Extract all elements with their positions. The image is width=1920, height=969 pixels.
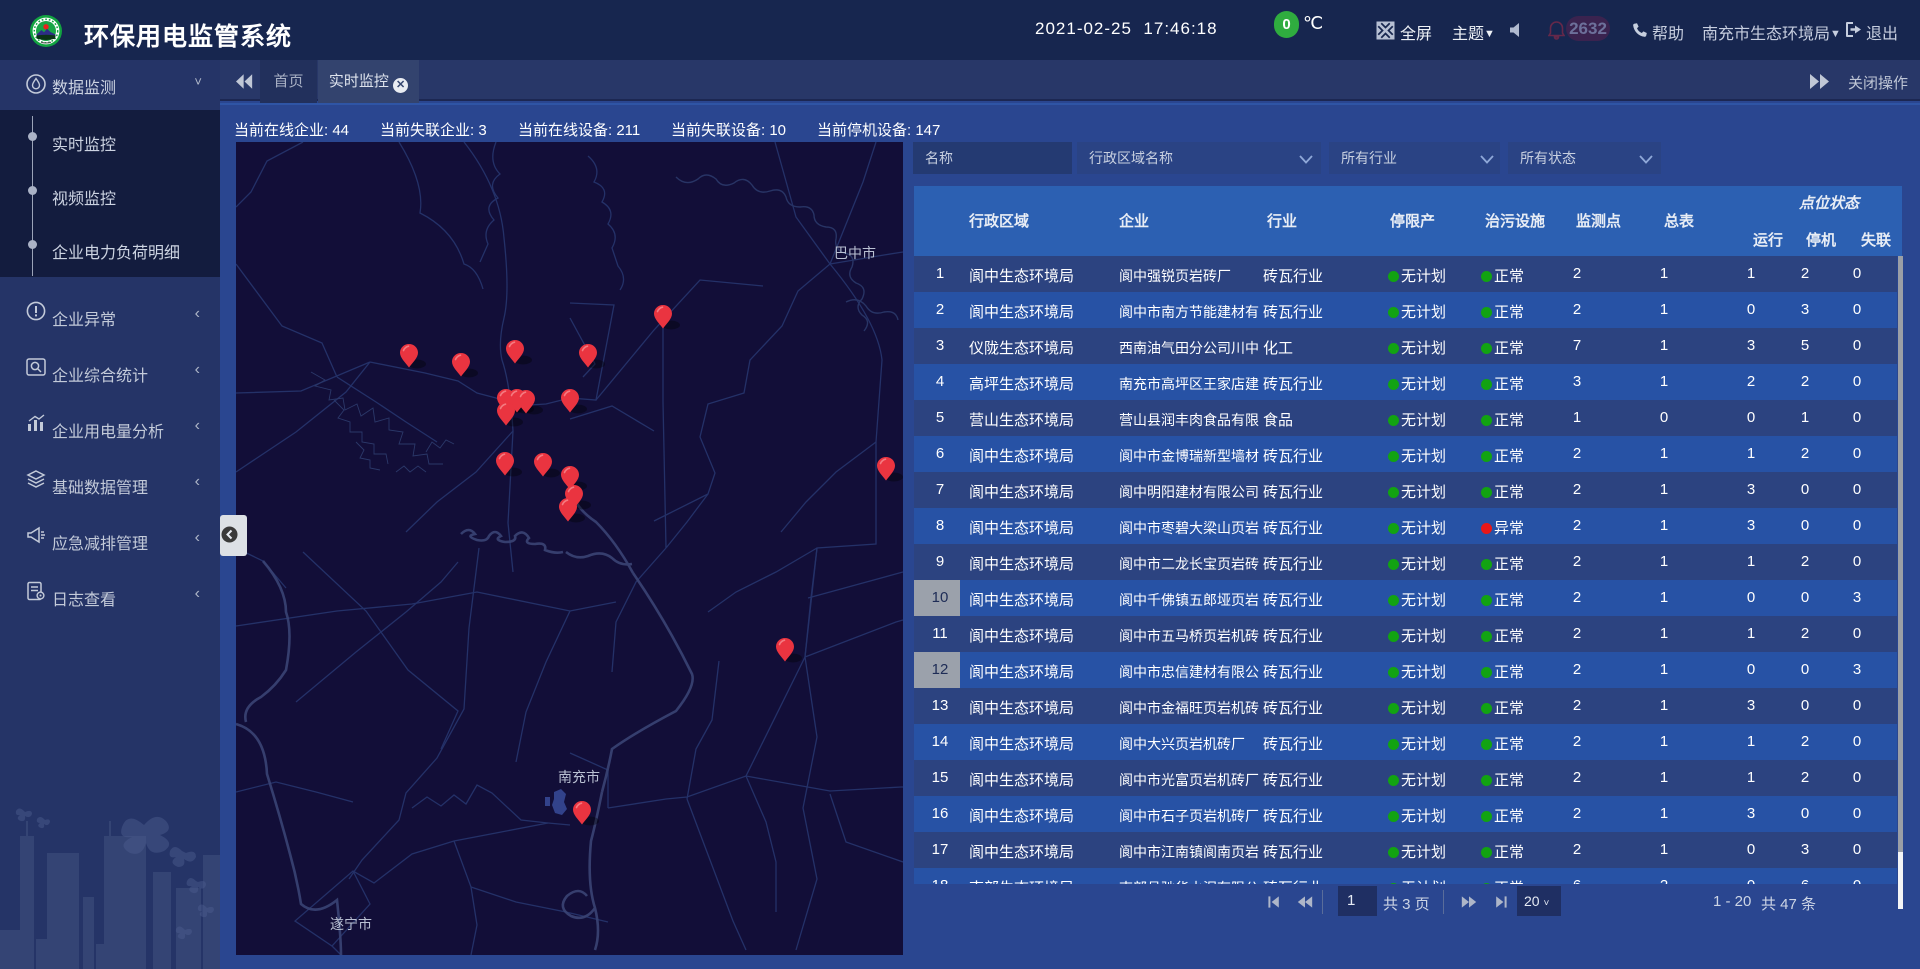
svg-text:遂宁市: 遂宁市 [330,916,372,932]
svg-text:巴中市: 巴中市 [834,245,876,261]
svg-text:南充市: 南充市 [558,769,600,785]
